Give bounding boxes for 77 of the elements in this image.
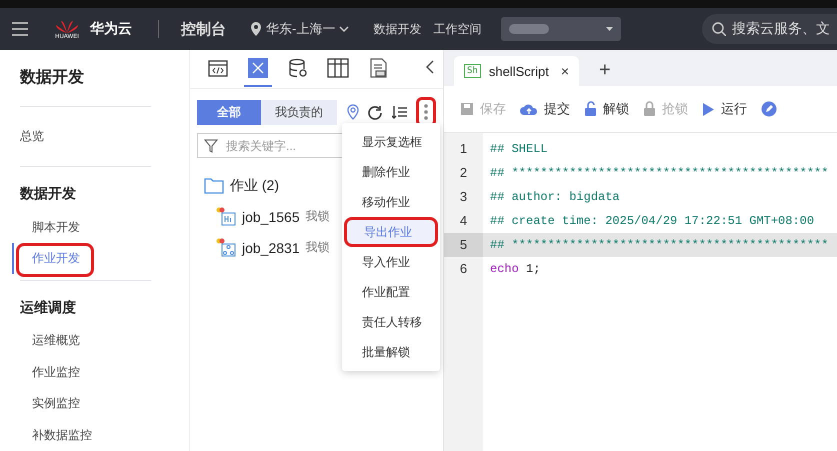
search-icon [712,22,726,36]
flow-node-icon [216,238,236,257]
code-window-icon [208,58,228,78]
code-line: ## ******************************************** [489,238,828,252]
location-pin-icon [347,104,359,120]
editor-tab[interactable]: Sh shellScript × [454,56,579,86]
lock-icon [643,101,656,117]
menu-icon [12,21,28,37]
menu-item[interactable]: 显示复选框 [342,127,440,157]
nav-link[interactable]: 工作空间 [433,20,482,38]
close-button[interactable]: × [560,63,569,79]
menu-item[interactable]: 批量解锁 [342,337,440,367]
script-file-icon [216,207,236,226]
add-tab-button[interactable]: + [599,59,611,86]
folder-icon [204,177,224,194]
nav-link[interactable]: 数据开发 [373,20,422,38]
brand-name: 华为云 [90,20,132,38]
cloud-upload-icon [520,102,538,116]
code-line: echo 1; [489,262,540,276]
line-number: 4 [444,209,483,233]
sort-list-icon [392,105,407,119]
sidebar-item[interactable]: 脚本开发 [12,211,189,243]
submit-button[interactable]: 提交 [520,100,570,118]
console-link[interactable]: 控制台 [181,20,226,38]
line-number: 1 [444,137,483,161]
unlock-button[interactable]: 解锁 [584,100,629,118]
sidebar-group-heading: 数据开发 [20,184,77,204]
sidebar-item[interactable]: 总览 [20,120,189,152]
region-selector[interactable]: 华东-上海一 [266,20,336,38]
menu-item[interactable]: 导出作业 [344,217,438,247]
code-line: ## author: bigdata [489,190,620,204]
chevron-left-icon [426,60,435,74]
filter-icon [204,138,218,152]
save-icon [460,102,474,116]
edit-button[interactable] [761,101,777,117]
code-line: ## SHELL [489,142,548,156]
filter-tab[interactable]: 全部 [197,100,261,124]
menu-item[interactable]: 责任人转移 [342,307,440,337]
table-grid-icon [327,58,349,78]
menu-item[interactable]: 删除作业 [342,157,440,187]
sidebar-item[interactable]: 实例监控 [12,388,189,420]
sidebar-item[interactable]: 运维概览 [12,325,189,357]
sidebar-title: 数据开发 [20,68,85,88]
blurred-value [509,24,550,34]
chevron-down-icon [339,26,350,32]
search-field[interactable]: 搜索云服务、文 [702,14,837,44]
database-icon [288,58,308,78]
refresh-icon [368,104,383,120]
shell-badge: Sh [464,64,481,78]
sidebar-group-heading: 运维调度 [20,298,77,318]
caret-icon [606,27,614,31]
logo-icon [54,18,80,34]
line-number: 6 [444,257,483,281]
sidebar-item[interactable]: 补数据监控 [12,419,189,451]
line-number: 3 [444,185,483,209]
owner-label: 我锁 [306,239,330,256]
tree-job[interactable]: job_1565 [242,208,300,224]
line-number: 2 [444,161,483,185]
tree-folder[interactable]: 作业 (2) [230,176,279,194]
menu-item[interactable]: 作业配置 [342,277,440,307]
edit-icon [761,101,777,117]
owner-label: 我锁 [306,208,330,225]
code-line: ## create time: 2025/04/29 17:22:51 GMT+08:00 [489,214,814,228]
filter-tab[interactable]: 我负责的 [261,100,337,124]
menu-item[interactable]: 移动作业 [342,187,440,217]
run-button[interactable]: 运行 [702,100,747,118]
line-number: 5 [444,233,483,257]
sidebar-item[interactable]: 作业开发 [12,242,189,274]
unlock-icon [584,101,597,117]
menu-item[interactable]: 导入作业 [342,247,440,277]
log-document-icon [369,58,387,78]
sidebar-item[interactable]: 作业监控 [12,356,189,388]
play-icon [702,102,715,116]
more-vertical-icon [424,104,428,120]
location-pin-icon [250,22,262,36]
tree-job[interactable]: job_2831 [242,240,300,256]
code-line: ## ******************************************** [489,166,828,180]
